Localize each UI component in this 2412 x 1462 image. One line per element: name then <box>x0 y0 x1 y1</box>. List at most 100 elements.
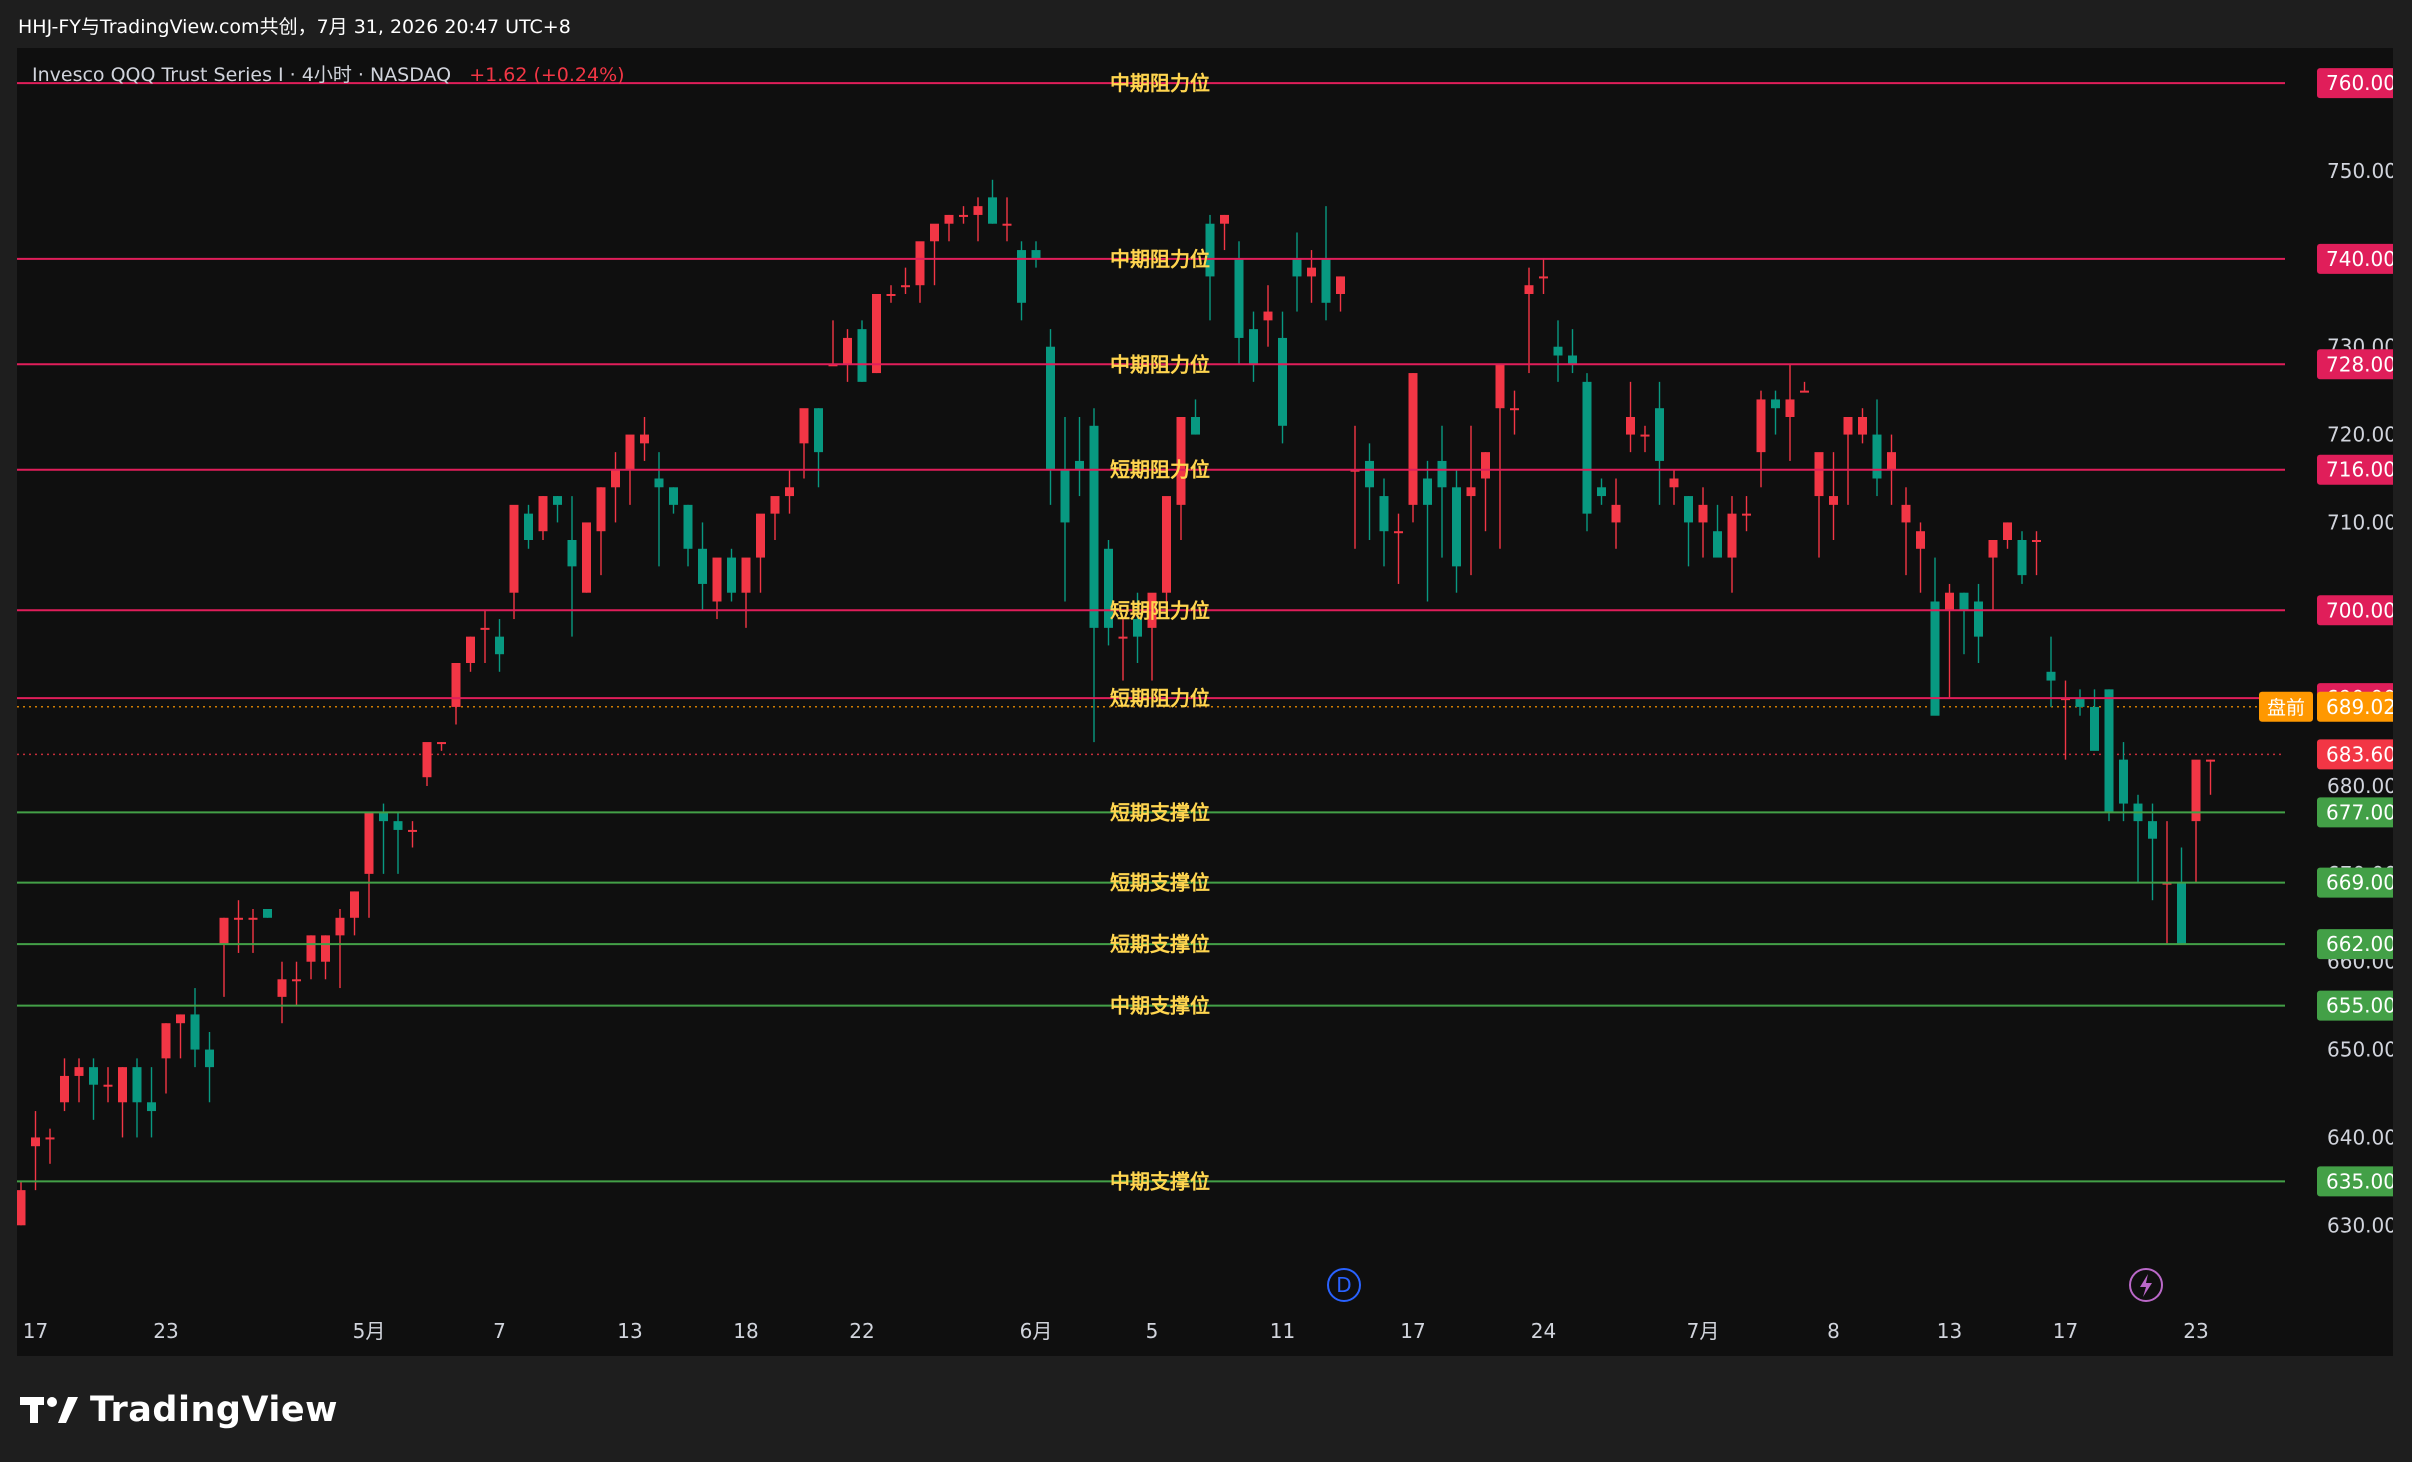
candle-body[interactable] <box>930 223 939 242</box>
candle-body[interactable] <box>1843 417 1853 435</box>
candle-body[interactable] <box>1582 381 1592 514</box>
candle-body[interactable] <box>625 434 635 470</box>
candle-body[interactable] <box>408 829 417 832</box>
candle-body[interactable] <box>437 742 446 745</box>
candle-body[interactable] <box>74 1067 84 1076</box>
candle-body[interactable] <box>190 1014 200 1050</box>
candle-body[interactable] <box>393 821 403 830</box>
candle-body[interactable] <box>2032 540 2041 542</box>
candle-body[interactable] <box>988 197 997 224</box>
candle-body[interactable] <box>2075 698 2085 707</box>
candle-body[interactable] <box>1626 417 1635 435</box>
candle-body[interactable] <box>234 917 243 920</box>
candle-body[interactable] <box>1423 478 1432 505</box>
candle-body[interactable] <box>1278 337 1287 426</box>
candle-body[interactable] <box>1829 496 1838 505</box>
candle-body[interactable] <box>959 214 968 217</box>
candle-body[interactable] <box>1495 364 1505 409</box>
candle-body[interactable] <box>1887 452 1896 470</box>
candle-body[interactable] <box>1031 250 1041 259</box>
symbol-description[interactable]: Invesco QQQ Trust Series I · 4小时 · NASDA… <box>32 64 451 86</box>
candle-body[interactable] <box>770 496 780 514</box>
candle-body[interactable] <box>248 917 258 920</box>
candle-body[interactable] <box>1510 408 1519 411</box>
candle-body[interactable] <box>1234 258 1244 338</box>
candle-body[interactable] <box>1858 417 1867 435</box>
candle-body[interactable] <box>1974 601 1983 637</box>
candle-body[interactable] <box>2148 821 2157 839</box>
candle-body[interactable] <box>147 1102 156 1112</box>
candle-body[interactable] <box>1263 311 1273 321</box>
candle-body[interactable] <box>915 241 925 286</box>
candle-body[interactable] <box>132 1067 142 1103</box>
candle-body[interactable] <box>45 1137 55 1140</box>
candlestick-chart[interactable]: 630.00640.00650.00660.00670.00680.00690.… <box>17 48 2393 1356</box>
candle-body[interactable] <box>872 294 881 374</box>
candle-body[interactable] <box>2046 671 2056 681</box>
candle-body[interactable] <box>451 663 461 707</box>
candle-body[interactable] <box>118 1067 127 1103</box>
candle-body[interactable] <box>1568 355 1577 365</box>
candle-body[interactable] <box>654 478 664 488</box>
candle-body[interactable] <box>669 487 678 505</box>
candle-body[interactable] <box>1394 531 1403 534</box>
candle-body[interactable] <box>1060 469 1070 523</box>
candle-body[interactable] <box>1408 373 1418 505</box>
candle-body[interactable] <box>1756 399 1766 453</box>
candle-body[interactable] <box>698 548 707 584</box>
candle-body[interactable] <box>640 434 649 444</box>
candle-body[interactable] <box>1597 487 1606 497</box>
candle-body[interactable] <box>1524 285 1534 294</box>
candle-body[interactable] <box>1089 425 1099 628</box>
candle-body[interactable] <box>1336 276 1345 294</box>
candle-body[interactable] <box>1916 531 1925 549</box>
candle-body[interactable] <box>596 487 606 532</box>
candle-body[interactable] <box>1785 399 1795 417</box>
candle-body[interactable] <box>814 408 823 453</box>
candle-body[interactable] <box>886 294 896 296</box>
candle-body[interactable] <box>799 408 809 444</box>
candle-body[interactable] <box>1466 487 1476 497</box>
candle-body[interactable] <box>1191 417 1200 435</box>
candle-body[interactable] <box>1814 452 1824 497</box>
candle-body[interactable] <box>321 935 330 962</box>
candle-body[interactable] <box>1669 478 1679 488</box>
candle-body[interactable] <box>1162 496 1171 593</box>
candle-body[interactable] <box>524 513 533 540</box>
candle-body[interactable] <box>2003 522 2012 540</box>
candle-body[interactable] <box>1249 329 1258 365</box>
candle-body[interactable] <box>2206 759 2215 762</box>
candle-body[interactable] <box>466 636 475 663</box>
candle-body[interactable] <box>263 909 272 918</box>
candle-body[interactable] <box>364 812 374 874</box>
candle-body[interactable] <box>1727 513 1737 558</box>
candle-body[interactable] <box>1640 434 1650 437</box>
candle-body[interactable] <box>335 917 345 936</box>
candle-body[interactable] <box>1713 531 1722 558</box>
candle-body[interactable] <box>422 742 432 778</box>
candle-body[interactable] <box>161 1023 171 1059</box>
candle-body[interactable] <box>1611 504 1621 523</box>
candle-body[interactable] <box>553 496 562 505</box>
candle-body[interactable] <box>1002 223 1012 226</box>
candle-body[interactable] <box>843 337 852 365</box>
candle-body[interactable] <box>741 557 751 593</box>
candle-body[interactable] <box>712 557 722 602</box>
candle-body[interactable] <box>350 891 359 918</box>
candle-body[interactable] <box>1437 460 1447 488</box>
candle-body[interactable] <box>1321 258 1331 303</box>
candle-body[interactable] <box>2119 759 2128 804</box>
candle-body[interactable] <box>480 627 490 630</box>
chart-area[interactable]: 630.00640.00650.00660.00670.00680.00690.… <box>17 48 2393 1356</box>
candle-body[interactable] <box>538 496 548 532</box>
candle-body[interactable] <box>1684 496 1693 523</box>
candle-body[interactable] <box>1452 487 1461 567</box>
candle-body[interactable] <box>1075 460 1084 470</box>
candle-body[interactable] <box>1959 592 1969 611</box>
candle-body[interactable] <box>219 917 229 945</box>
candle-body[interactable] <box>205 1049 214 1068</box>
candle-body[interactable] <box>611 469 620 488</box>
candle-body[interactable] <box>785 487 794 497</box>
candle-body[interactable] <box>1307 267 1316 277</box>
tradingview-brand[interactable]: TradingView <box>20 1385 338 1435</box>
